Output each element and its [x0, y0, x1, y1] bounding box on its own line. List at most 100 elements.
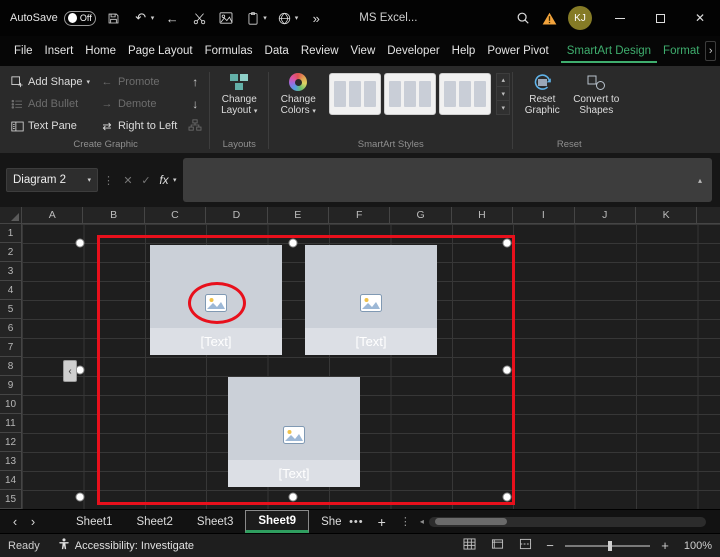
chevron-right-icon: ›	[708, 45, 713, 57]
save-button[interactable]	[105, 7, 123, 29]
tab-home[interactable]: Home	[79, 39, 122, 63]
more-sheets-button[interactable]: •••	[343, 516, 370, 528]
formula-input[interactable]: ▴	[182, 158, 712, 202]
zoom-slider[interactable]	[565, 539, 650, 553]
tab-format[interactable]: Format	[657, 39, 705, 63]
sheet-nav-left-button[interactable]: ‹	[6, 511, 24, 533]
autosave-toggle[interactable]: Off	[63, 10, 96, 26]
arrow-down-icon: ↓	[192, 97, 199, 111]
tab-view[interactable]: View	[345, 39, 382, 63]
style-thumbnail-3[interactable]	[439, 73, 492, 115]
sheet-tab-truncated[interactable]: She	[309, 510, 343, 533]
accessibility-checker[interactable]: Accessibility: Investigate	[58, 538, 194, 553]
redo-button[interactable]: ←	[163, 7, 181, 29]
change-layout-dropdown-icon: ▾	[253, 108, 258, 115]
tab-data[interactable]: Data	[259, 39, 295, 63]
globe-dropdown-button[interactable]: ▾	[295, 15, 299, 22]
insert-picture-button[interactable]	[217, 7, 235, 29]
tab-developer[interactable]: Developer	[381, 39, 445, 63]
sheet-tab-sheet3[interactable]: Sheet3	[185, 510, 245, 533]
kebab-icon: ⋮	[399, 516, 411, 528]
tab-insert[interactable]: Insert	[39, 39, 80, 63]
hscroll-left-stepper[interactable]: ◂	[417, 517, 427, 526]
move-up-button[interactable]: ↑	[185, 71, 205, 93]
selection-handle-bottom-left[interactable]	[75, 492, 85, 502]
group-divider	[209, 72, 211, 149]
add-sheet-button[interactable]: +	[370, 514, 394, 530]
thumb-shape	[364, 81, 377, 107]
collapse-formula-bar-button[interactable]: ▴	[696, 176, 704, 185]
sheet-options-button[interactable]: ⋮	[394, 515, 417, 528]
change-layout-button[interactable]: Change Layout ▾	[212, 68, 266, 138]
horizontal-scrollbar[interactable]	[428, 516, 706, 527]
undo-button[interactable]: ↶	[132, 7, 150, 29]
cancel-button[interactable]: ✕	[119, 169, 137, 191]
paste-control: ▾	[244, 7, 267, 29]
tab-file[interactable]: File	[8, 39, 39, 63]
avatar[interactable]: KJ	[568, 6, 592, 30]
sheet-tab-sheet2[interactable]: Sheet2	[124, 510, 184, 533]
check-icon: ✓	[141, 174, 151, 187]
text-pane-button[interactable]: Text Pane	[8, 115, 92, 137]
tab-formulas[interactable]: Formulas	[199, 39, 259, 63]
page-break-preview-button[interactable]	[515, 537, 535, 555]
bullet-list-icon	[10, 99, 24, 109]
gallery-scroll-down-button[interactable]: ▾	[496, 87, 511, 101]
style-thumbnail-1[interactable]	[329, 73, 382, 115]
reset-graphic-button[interactable]: Reset Graphic	[515, 68, 569, 138]
picture-icon	[219, 12, 233, 24]
change-colors-button[interactable]: Change Colors ▾	[271, 68, 325, 138]
zoom-level-label[interactable]: 100%	[680, 540, 712, 552]
chevron-left-icon: ‹	[68, 365, 72, 377]
gallery-scroll-up-button[interactable]: ▴	[496, 73, 511, 87]
insert-function-button[interactable]: fx	[155, 169, 173, 191]
promote-button[interactable]: ← Promote	[98, 71, 179, 93]
tab-power-pivot[interactable]: Power Pivot	[481, 39, 554, 63]
tab-review[interactable]: Review	[295, 39, 345, 63]
horizontal-scrollbar-thumb[interactable]	[434, 518, 507, 525]
name-box[interactable]: Diagram 2 ▾	[6, 168, 98, 192]
paste-dropdown-button[interactable]: ▾	[263, 15, 267, 22]
zoom-slider-thumb[interactable]	[607, 540, 612, 551]
convert-to-shapes-button[interactable]: Convert to Shapes	[569, 68, 623, 138]
layout-options-button[interactable]	[185, 115, 205, 137]
text-pane-toggle-button[interactable]: ‹	[63, 360, 77, 382]
alert-button[interactable]	[536, 7, 562, 29]
tab-smartart-design[interactable]: SmartArt Design	[560, 39, 658, 63]
right-to-left-button[interactable]: ⇄ Right to Left	[98, 115, 179, 137]
restore-button[interactable]	[640, 0, 680, 36]
more-commands-button[interactable]: »	[307, 7, 325, 29]
zoom-out-button[interactable]: −	[543, 538, 557, 553]
ribbon-display-options-button[interactable]: ›	[705, 41, 716, 61]
cut-button[interactable]	[190, 7, 208, 29]
thumb-shape	[334, 81, 347, 107]
enter-button[interactable]: ✓	[137, 169, 155, 191]
sheet-tab-sheet1[interactable]: Sheet1	[64, 510, 124, 533]
sheet-tab-sheet9-active[interactable]: Sheet9	[245, 510, 310, 533]
add-shape-button[interactable]: Add Shape ▾	[8, 71, 92, 93]
style-thumbnail-2[interactable]	[384, 73, 437, 115]
autosave-label: AutoSave	[10, 12, 58, 24]
search-icon	[516, 11, 530, 25]
minimize-button[interactable]	[600, 0, 640, 36]
sheet-nav-right-button[interactable]: ›	[24, 511, 42, 533]
annotation-red-rectangle	[97, 235, 515, 505]
reset-graphic-label: Reset Graphic	[524, 94, 560, 116]
globe-button[interactable]	[276, 7, 294, 29]
page-layout-view-button[interactable]	[487, 537, 507, 555]
gallery-more-button[interactable]: ▾	[496, 101, 511, 115]
move-down-button[interactable]: ↓	[185, 93, 205, 115]
add-bullet-button[interactable]: Add Bullet	[8, 93, 92, 115]
close-button[interactable]: ✕	[680, 0, 720, 36]
tab-page-layout[interactable]: Page Layout	[122, 39, 199, 63]
zoom-in-button[interactable]: +	[658, 538, 672, 553]
paste-button[interactable]	[244, 7, 262, 29]
selection-handle-top-left[interactable]	[75, 238, 85, 248]
normal-view-button[interactable]	[459, 537, 479, 555]
tab-help[interactable]: Help	[446, 39, 482, 63]
cancel-icon: ✕	[123, 174, 133, 187]
demote-label: Demote	[117, 98, 157, 110]
undo-dropdown-button[interactable]: ▾	[151, 15, 155, 22]
demote-button[interactable]: → Demote	[98, 93, 179, 115]
search-button[interactable]	[510, 7, 536, 29]
